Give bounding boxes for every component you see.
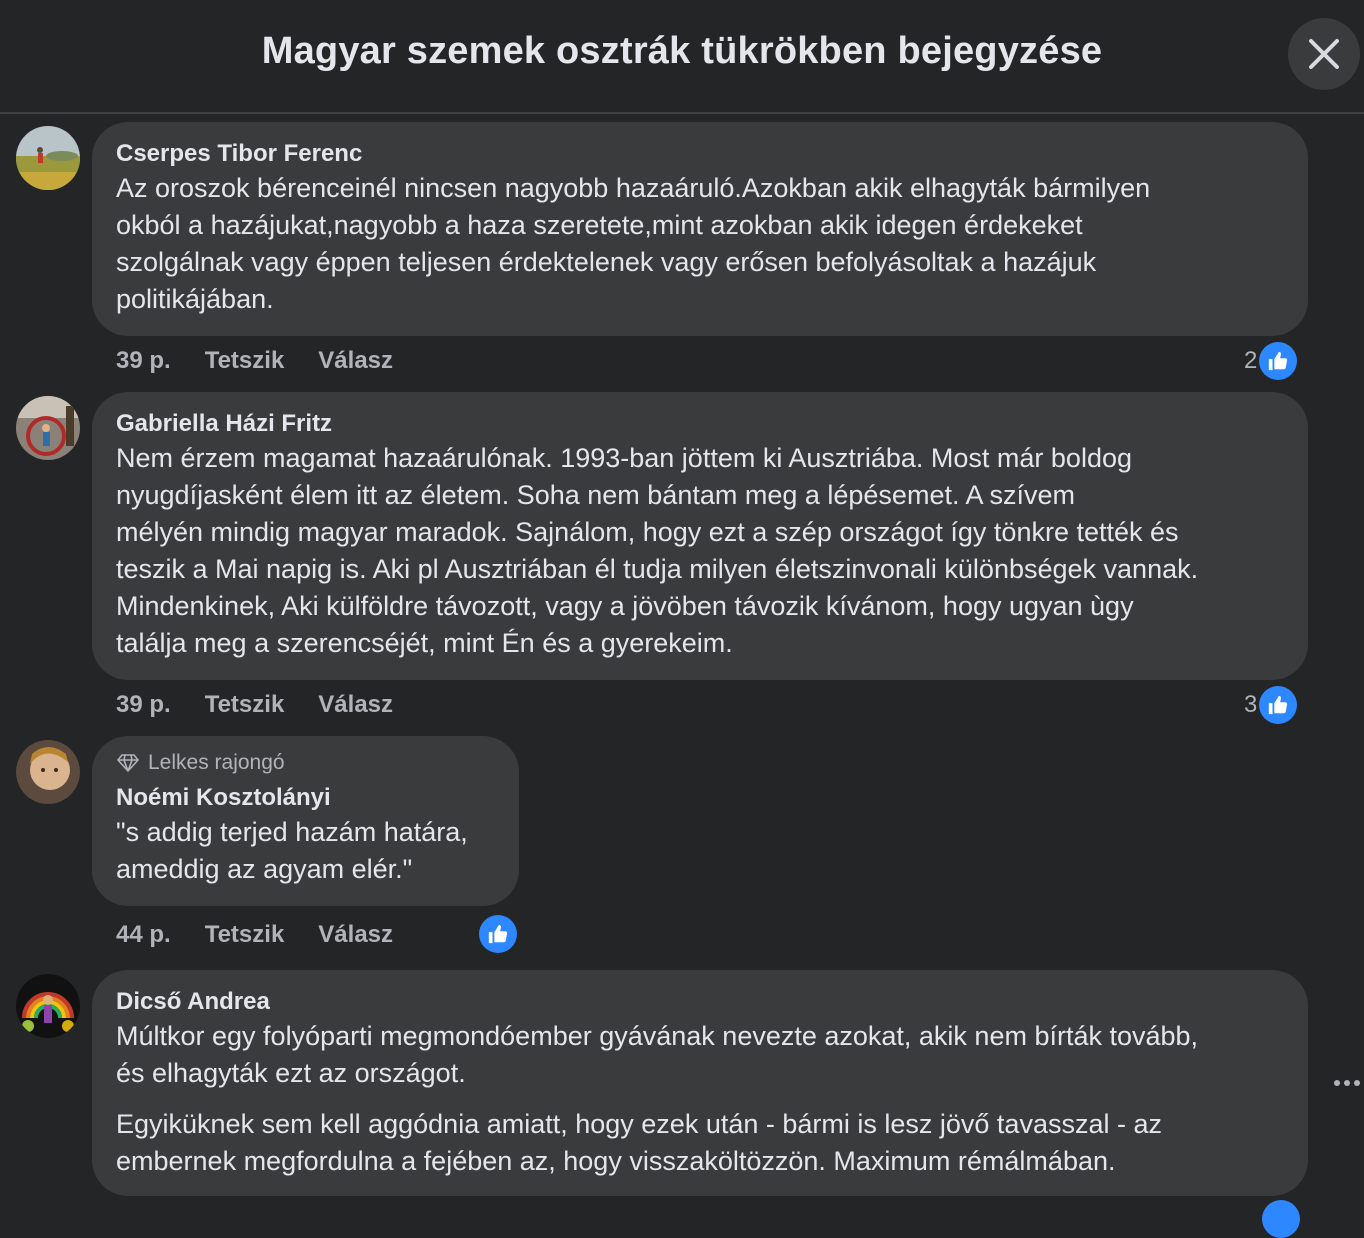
comment-text: "s addig terjed hazám határa, ameddig az… <box>116 817 468 884</box>
reaction-count: 3 <box>1244 691 1258 718</box>
comment-author[interactable]: Dicső Andrea <box>116 986 270 1018</box>
reaction-summary[interactable]: 3 <box>1244 686 1298 724</box>
dialog-title: Magyar szemek osztrák tükrökben bejegyzé… <box>261 30 1103 72</box>
close-icon <box>1309 39 1339 69</box>
avatar[interactable] <box>16 740 80 804</box>
comment-actions: 44 p. Tetszik Válasz <box>116 917 427 953</box>
like-thumb-icon <box>479 915 517 953</box>
like-thumb-icon <box>1262 1200 1300 1238</box>
badge-label: Lelkes rajongó <box>148 751 285 774</box>
avatar[interactable] <box>16 126 80 190</box>
comment-time[interactable]: 39 p. <box>116 691 171 719</box>
avatar[interactable] <box>16 396 80 460</box>
comment-bubble: Gabriella Házi Fritz Nem érzem magamat h… <box>92 392 1308 680</box>
like-thumb-icon <box>1259 342 1298 380</box>
avatar[interactable] <box>16 974 80 1038</box>
like-action[interactable]: Tetszik <box>205 691 285 719</box>
comment-author[interactable]: Noémi Kosztolányi <box>116 782 331 814</box>
more-options-icon[interactable] <box>1328 1074 1364 1094</box>
comment-paragraph: Egyiküknek sem kell aggódnia amiatt, hog… <box>116 1109 1162 1176</box>
fan-badge: Lelkes rajongó <box>116 748 495 778</box>
reply-action[interactable]: Válasz <box>318 921 393 949</box>
comment-bubble: Lelkes rajongó Noémi Kosztolányi "s addi… <box>92 736 519 906</box>
like-action[interactable]: Tetszik <box>205 921 285 949</box>
comment-bubble: Dicső Andrea Múltkor egy folyóparti megm… <box>92 970 1308 1196</box>
comment-actions: 39 p. Tetszik Válasz <box>116 343 427 379</box>
comment-author[interactable]: Cserpes Tibor Ferenc <box>116 138 362 170</box>
comment-text: Az oroszok bérenceinél nincsen nagyobb h… <box>116 173 1151 314</box>
like-action[interactable]: Tetszik <box>205 347 285 375</box>
reaction-count: 2 <box>1244 347 1258 374</box>
comment-text: Nem érzem magamat hazaárulónak. 1993-ban… <box>116 443 1199 658</box>
like-thumb-icon <box>1259 686 1298 724</box>
comment-paragraph: Múltkor egy folyóparti megmondóember gyá… <box>116 1021 1199 1088</box>
close-button[interactable] <box>1288 18 1360 90</box>
dialog-header: Magyar szemek osztrák tükrökben bejegyzé… <box>0 0 1364 114</box>
comment-actions: 39 p. Tetszik Válasz <box>116 687 427 723</box>
comment-time[interactable]: 44 p. <box>116 921 171 949</box>
comment-time[interactable]: 39 p. <box>116 347 171 375</box>
reaction-summary[interactable] <box>479 915 517 953</box>
diamond-icon <box>117 754 139 772</box>
comment-author[interactable]: Gabriella Házi Fritz <box>116 408 332 440</box>
reaction-summary[interactable]: 2 <box>1244 342 1298 380</box>
reply-action[interactable]: Válasz <box>318 347 393 375</box>
comment-bubble: Cserpes Tibor Ferenc Az oroszok bérencei… <box>92 122 1308 336</box>
reply-action[interactable]: Válasz <box>318 691 393 719</box>
